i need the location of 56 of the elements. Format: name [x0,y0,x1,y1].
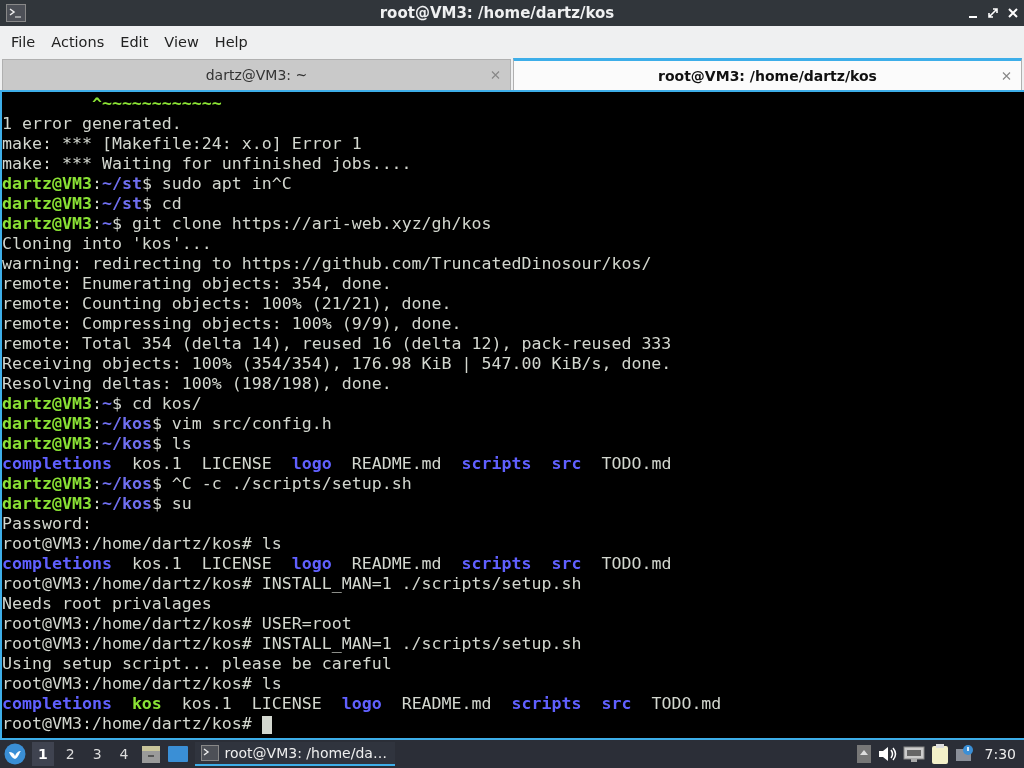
terminal-line: root@VM3:/home/dartz/kos# USER=root [2,614,352,634]
terminal-line: dartz@VM3:~/st$ cd [2,194,182,214]
clock[interactable]: 7:30 [980,746,1020,762]
terminal-line: Needs root privalages [2,594,212,614]
terminal-line: Using setup script... please be careful [2,654,392,674]
terminal-line: 1 error generated. [2,114,182,134]
terminal-line: remote: Total 354 (delta 14), reused 16 (delta 12), pack-reused 333 [2,334,672,354]
terminal-line: dartz@VM3:~/kos$ vim src/config.h [2,414,332,434]
speaker-icon[interactable] [876,745,897,763]
menu-item[interactable]: Actions [43,34,113,50]
terminal-line: dartz@VM3:~/st$ sudo apt in^C [2,174,292,194]
monitor-icon[interactable] [902,745,925,763]
tab[interactable]: root@VM3: /home/dartz/kos [513,58,1022,90]
terminal-line: root@VM3:/home/dartz/kos# INSTALL_MAN=1 ./scripts/setup.sh [2,574,582,594]
task-button[interactable]: root@VM3: /home/da… [194,742,395,766]
terminal-line: dartz@VM3:~/kos$ ls [2,434,192,454]
terminal-line: root@VM3:/home/dartz/kos# ls [2,534,282,554]
workspace-button[interactable]: 4 [113,742,135,766]
menu-item[interactable]: Edit [112,34,157,50]
terminal-line: remote: Counting objects: 100% (21/21), done. [2,294,452,314]
terminal-line: root@VM3:/home/dartz/kos# INSTALL_MAN=1 ./scripts/setup.sh [2,634,582,654]
workspace-button[interactable]: 1 [32,742,54,766]
cursor-icon [261,715,272,734]
menu-item[interactable]: View [156,34,207,50]
terminal-line: make: *** [Makefile:24: x.o] Error 1 [2,134,362,154]
terminal-line: remote: Compressing objects: 100% (9/9), done. [2,314,462,334]
menu-item[interactable]: Help [206,34,256,50]
terminal-line: dartz@VM3:~/kos$ su [2,494,192,514]
terminal-line: ^~~~~~~~~~~~~ [90,94,222,114]
workspace-button[interactable]: 2 [59,742,81,766]
terminal-line: dartz@VM3:~$ cd kos/ [2,394,202,414]
menu-item[interactable]: File [3,34,44,50]
terminal-line: completions kos.1 LICENSE logo README.md scripts src TODO.md [2,554,672,574]
clipboard-icon[interactable] [930,743,949,765]
terminal-line: Resolving deltas: 100% (198/198), done. [2,374,392,394]
maximize-icon[interactable] [988,8,998,18]
terminal-icon [200,745,219,761]
terminal-icon [6,4,26,22]
terminal-line: root@VM3:/home/dartz/kos# ls [2,674,282,694]
notification-icon[interactable] [954,744,975,764]
workspace-button[interactable]: 3 [86,742,108,766]
window-title: root@VM3: /home/dartz/kos [378,4,616,22]
terminal-line: Password: [2,514,92,534]
terminal-line: warning: redirecting to https://github.com/TruncatedDinosour/kos/ [2,254,652,274]
terminal-line: dartz@VM3:~$ git clone https://ari-web.xyz/gh/kos [2,214,492,234]
tab[interactable]: dartz@VM3: ~ [2,59,511,90]
terminal-line: completions kos.1 LICENSE logo README.md scripts src TODO.md [2,454,672,474]
terminal-line: Cloning into 'kos'... [2,234,212,254]
terminal-line: remote: Enumerating objects: 354, done. [2,274,392,294]
terminal-line: Receiving objects: 100% (354/354), 176.98 KiB | 547.00 KiB/s, done. [2,354,672,374]
terminal-line: completions kos kos.1 LICENSE logo README.md scripts src TODO.md [2,694,722,714]
window-icon[interactable] [166,745,189,763]
terminal-line: root@VM3:/home/dartz/kos# [2,714,272,734]
file-cabinet-icon[interactable] [140,744,161,764]
terminal-line: dartz@VM3:~/kos$ ^C -c ./scripts/setup.sh [2,474,412,494]
terminal-line: make: *** Waiting for unfinished jobs.... [2,154,412,174]
